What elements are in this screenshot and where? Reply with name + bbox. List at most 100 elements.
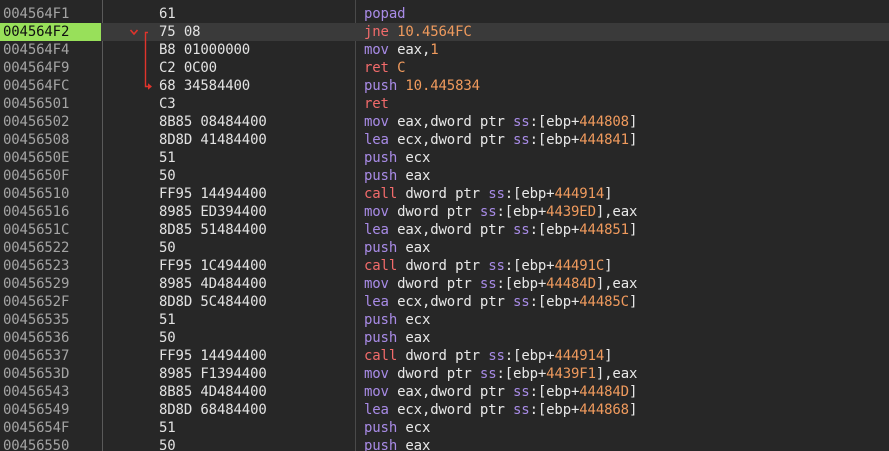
address-cell[interactable]: 0045652F <box>0 293 101 311</box>
bytes-cell: 51 <box>159 150 176 166</box>
address-cell[interactable]: 004564FC <box>0 77 101 95</box>
operand: ebp <box>546 222 571 238</box>
instruction-row[interactable]: 00456522 50 push eax <box>0 239 889 257</box>
instruction-row[interactable]: 004564F4 B8 01000000 mov eax,1 <box>0 41 889 59</box>
instruction-row[interactable]: 004564F9 C2 0C00 ret C <box>0 59 889 77</box>
operand: ],eax <box>595 204 638 220</box>
operand: ss <box>479 204 497 220</box>
instruction-row[interactable]: 004564FC 68 34584400 push 10.445834 <box>0 77 889 95</box>
operand: , <box>421 42 431 58</box>
instruction-row[interactable]: 00456529 8985 4D484400 mov dword ptr ss:[e… <box>0 275 889 293</box>
instruction-row[interactable]: 00456510 FF95 14494400 call dword ptr ss:[… <box>0 185 889 203</box>
selected-instruction-row[interactable]: 004564F2 75 08 jne 10.4564FC <box>0 23 889 41</box>
address-cell[interactable]: 00456510 <box>0 185 101 203</box>
operand: ss <box>513 402 530 418</box>
operand: ] <box>604 186 613 202</box>
disassembly-cell: call dword ptr ss:[ebp+444914] <box>364 185 613 203</box>
operand: ecx,dword ptr <box>397 132 514 148</box>
instruction-row[interactable]: 00456537 FF95 14494400 call dword ptr ss:[… <box>0 347 889 365</box>
mnemonic: push <box>364 150 406 166</box>
mnemonic: lea <box>364 222 398 238</box>
address-cell[interactable]: 00456508 <box>0 131 101 149</box>
instruction-row[interactable]: 0045650E 51 push ecx <box>0 149 889 167</box>
address-cell[interactable]: 00456549 <box>0 401 101 419</box>
bytes-cell: 68 34584400 <box>159 78 251 94</box>
instruction-row[interactable]: 0045653D 8985 F1394400 mov dword ptr ss:[e… <box>0 365 889 383</box>
instruction-row[interactable]: 0045651C 8D85 51484400 lea eax,dword ptr s… <box>0 221 889 239</box>
operand: ebp <box>521 258 547 274</box>
disassembly-cell: jne 10.4564FC <box>364 23 472 41</box>
operand: :[ <box>529 402 547 418</box>
operand: 44484D <box>579 384 629 400</box>
mnemonic: push <box>364 312 406 328</box>
instruction-row[interactable]: 00456523 FF95 1C494400 call dword ptr ss:[… <box>0 257 889 275</box>
instruction-row[interactable]: 004564F1 61 popad <box>0 5 889 23</box>
operand: ebp <box>521 348 547 364</box>
bytes-cell: 50 <box>159 330 176 346</box>
disassembly-view[interactable]: 004564F1 61 popad 004564F2 75 08 jne 10.4564F… <box>0 0 889 451</box>
mnemonic: push <box>364 78 406 94</box>
instruction-row[interactable]: 00456543 8B85 4D484400 mov eax,dword ptr s… <box>0 383 889 401</box>
address-cell[interactable]: 00456522 <box>0 239 101 257</box>
operand: eax,dword ptr <box>397 114 514 130</box>
address-cell[interactable]: 004564F2 <box>0 23 101 41</box>
address-cell[interactable]: 00456502 <box>0 113 101 131</box>
instruction-row[interactable]: 00456550 50 push eax <box>0 437 889 451</box>
operand: 444914 <box>554 348 605 364</box>
address-cell[interactable]: 0045654F <box>0 419 101 437</box>
operand: :[ <box>496 276 514 292</box>
address-cell[interactable]: 00456529 <box>0 275 101 293</box>
mnemonic: ret <box>364 60 398 76</box>
instruction-row[interactable]: 0045650F 50 push eax <box>0 167 889 185</box>
instruction-row[interactable]: 00456516 8985 ED394400 mov dword ptr ss:[e… <box>0 203 889 221</box>
bytes-cell: 8D8D 68484400 <box>159 402 267 418</box>
bytes-cell: 8B85 4D484400 <box>159 384 267 400</box>
bytes-cell: 8985 F1394400 <box>159 366 267 382</box>
operand: 10.4564FC <box>397 24 472 40</box>
address-cell[interactable]: 0045653D <box>0 365 101 383</box>
address-cell[interactable]: 00456536 <box>0 329 101 347</box>
instruction-row[interactable]: 0045652F 8D8D 5C484400 lea ecx,dword ptr s… <box>0 293 889 311</box>
address-cell[interactable]: 00456535 <box>0 311 101 329</box>
address-cell[interactable]: 004564F4 <box>0 41 101 59</box>
instruction-row[interactable]: 00456535 51 push ecx <box>0 311 889 329</box>
disassembly-cell: push ecx <box>364 419 430 437</box>
disassembly-cell: call dword ptr ss:[ebp+444914] <box>364 347 613 365</box>
operand: :[ <box>529 384 547 400</box>
address-cell[interactable]: 00456550 <box>0 437 101 451</box>
address-cell[interactable]: 0045651C <box>0 221 101 239</box>
operand: ss <box>488 258 505 274</box>
address-cell[interactable]: 00456501 <box>0 95 101 113</box>
address-cell[interactable]: 004564F1 <box>0 5 101 23</box>
bytes-cell: 51 <box>159 420 176 436</box>
instruction-row[interactable]: 00456502 8B85 08484400 mov eax,dword ptr s… <box>0 113 889 131</box>
disassembly-cell: push 10.445834 <box>364 77 480 95</box>
operand: :[ <box>529 114 547 130</box>
address-cell[interactable]: 004564F9 <box>0 59 101 77</box>
instruction-row[interactable]: 00456501 C3 ret <box>0 95 889 113</box>
operand: + <box>537 276 547 292</box>
instruction-row[interactable]: 00456536 50 push eax <box>0 329 889 347</box>
operand: eax <box>405 438 431 451</box>
address-cell[interactable]: 0045650F <box>0 167 101 185</box>
bytes-cell: FF95 14494400 <box>159 348 267 364</box>
operand: 444914 <box>554 186 605 202</box>
address-cell[interactable]: 0045650E <box>0 149 101 167</box>
instruction-row[interactable]: 00456508 8D8D 41484400 lea ecx,dword ptr s… <box>0 131 889 149</box>
operand: ecx <box>405 150 431 166</box>
operand: :[ <box>496 204 514 220</box>
operand: 444808 <box>579 114 629 130</box>
instruction-row[interactable]: 00456549 8D8D 68484400 lea ecx,dword ptr s… <box>0 401 889 419</box>
operand: dword ptr <box>405 258 489 274</box>
address-cell[interactable]: 00456543 <box>0 383 101 401</box>
address-cell[interactable]: 00456537 <box>0 347 101 365</box>
operand: 444868 <box>579 402 629 418</box>
disassembly-cell: popad <box>364 5 406 23</box>
disassembly-cell: lea eax,dword ptr ss:[ebp+444851] <box>364 221 637 239</box>
operand: ebp <box>546 132 571 148</box>
bytes-cell: 8D8D 41484400 <box>159 132 267 148</box>
instruction-row[interactable]: 0045654F 51 push ecx <box>0 419 889 437</box>
address-cell[interactable]: 00456523 <box>0 257 101 275</box>
operand: ],eax <box>595 276 638 292</box>
address-cell[interactable]: 00456516 <box>0 203 101 221</box>
